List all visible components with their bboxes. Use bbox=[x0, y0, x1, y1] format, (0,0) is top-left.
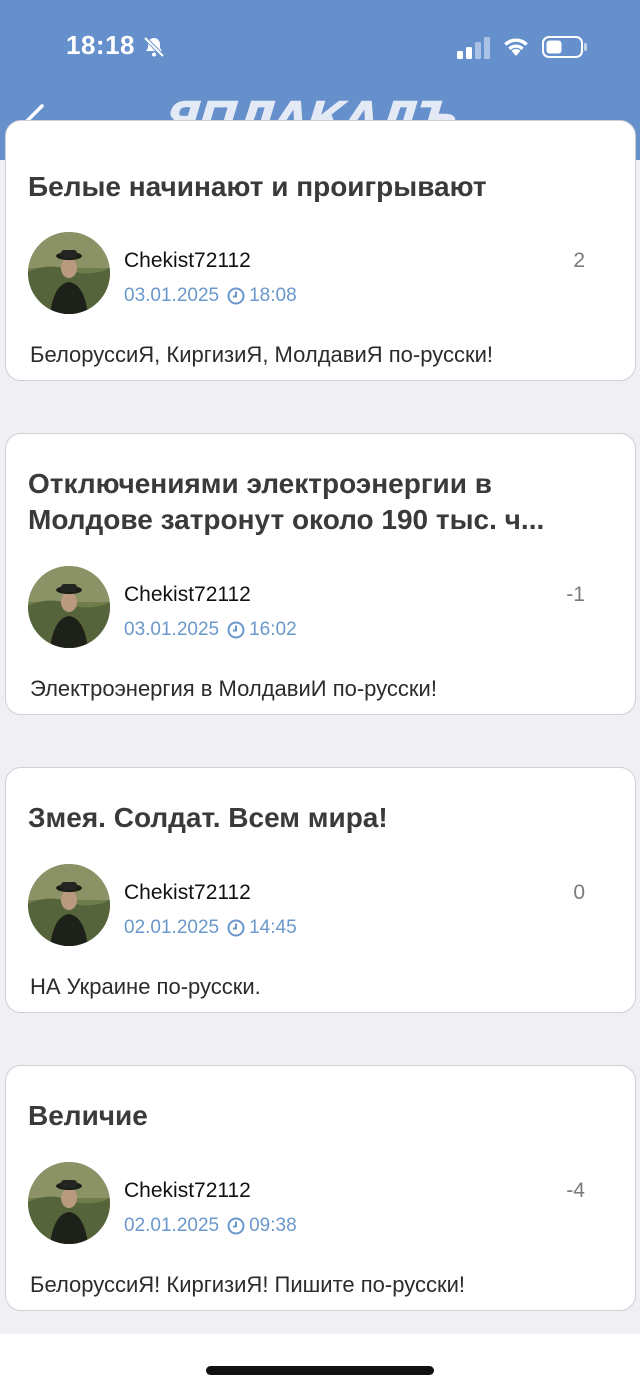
battery-icon bbox=[542, 36, 587, 58]
post-rating: -1 bbox=[566, 583, 585, 606]
clock-icon bbox=[227, 621, 245, 639]
post-date: 02.01.2025 bbox=[124, 917, 220, 938]
post-title[interactable]: Величие bbox=[28, 1098, 611, 1134]
status-time: 18:18 bbox=[66, 30, 135, 60]
author-avatar[interactable] bbox=[28, 232, 110, 314]
post-meta: 03.01.2025 16:02 bbox=[124, 619, 297, 641]
clock-icon bbox=[227, 919, 245, 937]
author-avatar[interactable] bbox=[28, 864, 110, 946]
clock-icon bbox=[227, 1217, 245, 1235]
post-title[interactable]: Отключениями электроэнергии в Молдове за… bbox=[28, 466, 611, 538]
post-meta: 03.01.2025 18:08 bbox=[124, 285, 297, 307]
post-date: 02.01.2025 bbox=[124, 1215, 220, 1236]
author-avatar[interactable] bbox=[28, 566, 110, 648]
post-card[interactable]: Отключениями электроэнергии в Молдове за… bbox=[5, 433, 636, 715]
post-time: 09:38 bbox=[249, 1215, 297, 1236]
cellular-signal-icon bbox=[457, 37, 490, 59]
bottom-safe-area bbox=[0, 1334, 640, 1388]
wifi-icon bbox=[504, 38, 528, 56]
post-comment: Электроэнергия в МолдавиИ по-русски! bbox=[30, 676, 437, 701]
post-title[interactable]: Змея. Солдат. Всем мира! bbox=[28, 800, 611, 836]
post-rating: -4 bbox=[566, 1179, 585, 1202]
author-name[interactable]: Chekist72112 bbox=[124, 249, 251, 273]
post-time: 18:08 bbox=[249, 285, 297, 306]
post-meta: 02.01.2025 09:38 bbox=[124, 1215, 297, 1237]
author-name[interactable]: Chekist72112 bbox=[124, 583, 251, 607]
clock-icon bbox=[227, 287, 245, 305]
post-card[interactable]: Белые начинают и проигрывают Chekist7211… bbox=[5, 120, 636, 381]
post-comment: БелоруссиЯ! КиргизиЯ! Пишите по-русски! bbox=[30, 1272, 466, 1297]
author-avatar[interactable] bbox=[28, 1162, 110, 1244]
post-time: 16:02 bbox=[249, 619, 297, 640]
author-name[interactable]: Chekist72112 bbox=[124, 881, 251, 905]
post-card[interactable]: Величие Chekist72112 02.01.2025 09:38 -4… bbox=[5, 1065, 636, 1311]
post-date: 03.01.2025 bbox=[124, 619, 220, 640]
post-title[interactable]: Белые начинают и проигрывают bbox=[28, 169, 611, 205]
home-indicator[interactable] bbox=[206, 1366, 434, 1375]
post-time: 14:45 bbox=[249, 917, 297, 938]
author-name[interactable]: Chekist72112 bbox=[124, 1179, 251, 1203]
post-rating: 2 bbox=[573, 249, 585, 272]
bell-muted-icon bbox=[143, 36, 165, 58]
post-comment: БелоруссиЯ, КиргизиЯ, МолдавиЯ по-русски… bbox=[30, 342, 493, 367]
post-date: 03.01.2025 bbox=[124, 285, 220, 306]
post-rating: 0 bbox=[573, 881, 585, 904]
post-comment: НА Украине по-русски. bbox=[30, 974, 261, 999]
post-meta: 02.01.2025 14:45 bbox=[124, 917, 297, 939]
post-card[interactable]: Змея. Солдат. Всем мира! Chekist72112 02… bbox=[5, 767, 636, 1013]
